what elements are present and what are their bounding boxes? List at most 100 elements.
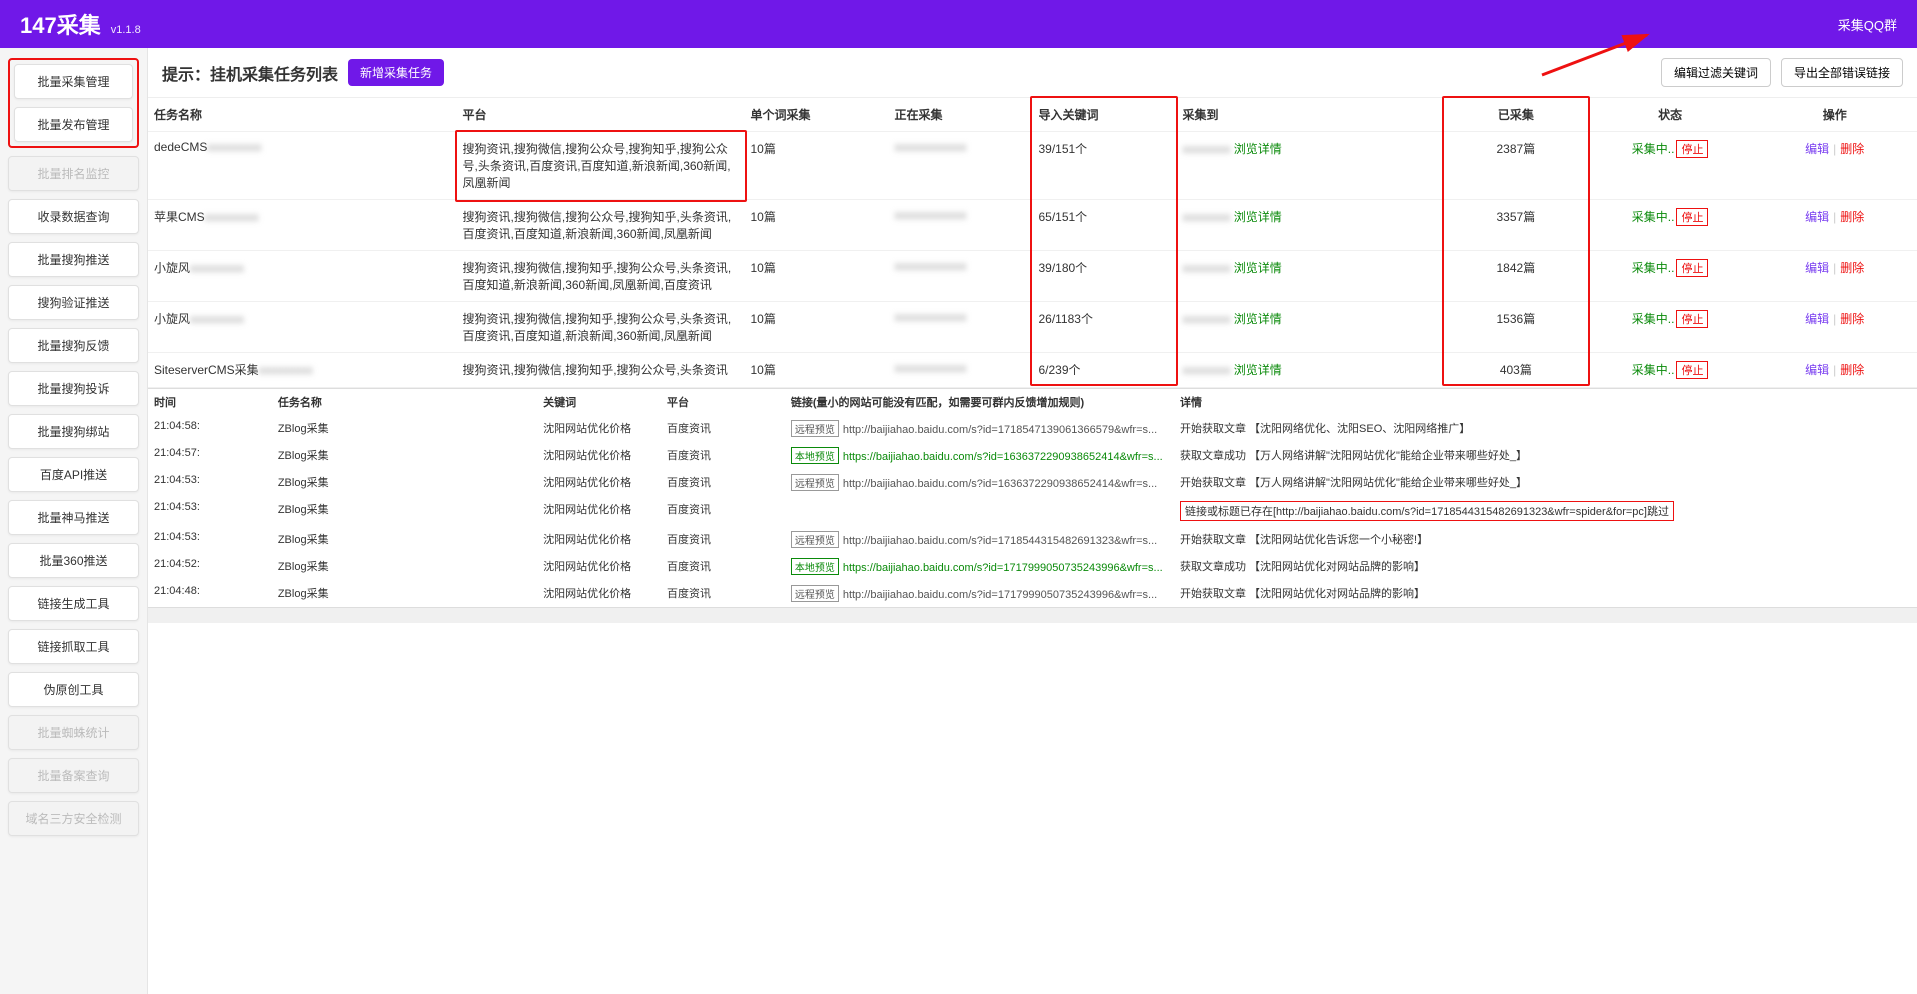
sidebar-item-publish-manage[interactable]: 批量发布管理 [14, 107, 133, 142]
task-single: 10篇 [745, 251, 889, 302]
preview-tag[interactable]: 本地预览 [791, 447, 839, 464]
task-status: 采集中.. [1632, 210, 1675, 224]
task-platform: 搜狗资讯,搜狗微信,搜狗公众号,搜狗知乎,搜狗公众号,头条资讯,百度资讯,百度知… [457, 132, 745, 200]
task-single: 10篇 [745, 302, 889, 353]
view-detail-link[interactable]: 浏览详情 [1234, 210, 1282, 224]
log-detail: 获取文章成功 【万人网络讲解"沈阳网站优化"能给企业带来哪些好处_】 [1180, 450, 1527, 462]
task-collected: 1842篇 [1444, 251, 1588, 302]
log-detail: 开始获取文章 【万人网络讲解"沈阳网站优化"能给企业带来哪些好处_】 [1180, 477, 1527, 489]
log-url[interactable]: http://baijiahao.baidu.com/s?id=16363722… [843, 478, 1157, 490]
log-url[interactable]: http://baijiahao.baidu.com/s?id=17185471… [843, 424, 1157, 436]
log-task: ZBlog采集 [272, 553, 537, 580]
task-status: 采集中.. [1632, 142, 1675, 156]
th-log-detail: 详情 [1174, 389, 1917, 415]
th-status: 状态 [1588, 98, 1753, 132]
preview-tag[interactable]: 远程预览 [791, 531, 839, 548]
sidebar-item-8[interactable]: 批量神马推送 [8, 500, 139, 535]
log-url[interactable]: https://baijiahao.baidu.com/s?id=1636372… [843, 451, 1163, 463]
log-task: ZBlog采集 [272, 580, 537, 607]
preview-tag[interactable]: 本地预览 [791, 558, 839, 575]
log-plat: 百度资讯 [661, 442, 785, 469]
th-log-link: 链接(量小的网站可能没有匹配，如需要可群内反馈增加规则) [785, 389, 1174, 415]
th-single: 单个词采集 [745, 98, 889, 132]
qq-group-link[interactable]: 采集QQ群 [1838, 15, 1897, 34]
scrollbar-horizontal[interactable] [148, 607, 1917, 623]
edit-button[interactable]: 编辑 [1805, 312, 1829, 326]
blurred-text: xxxxxxxxxxxx [894, 140, 966, 154]
th-collecting: 正在采集 [888, 98, 1032, 132]
log-plat: 百度资讯 [661, 580, 785, 607]
delete-button[interactable]: 删除 [1840, 261, 1864, 275]
stop-button[interactable]: 停止 [1676, 140, 1708, 158]
sidebar-item-1[interactable]: 收录数据查询 [8, 199, 139, 234]
sidebar-item-11[interactable]: 链接抓取工具 [8, 629, 139, 664]
add-task-button[interactable]: 新增采集任务 [348, 59, 444, 86]
log-url[interactable]: http://baijiahao.baidu.com/s?id=17185443… [843, 535, 1157, 547]
sidebar-item-12[interactable]: 伪原创工具 [8, 672, 139, 707]
th-log-task: 任务名称 [272, 389, 537, 415]
stop-button[interactable]: 停止 [1676, 361, 1708, 379]
delete-button[interactable]: 删除 [1840, 210, 1864, 224]
log-kw: 沈阳网站优化价格 [537, 469, 661, 496]
view-detail-link[interactable]: 浏览详情 [1234, 142, 1282, 156]
stop-button[interactable]: 停止 [1676, 259, 1708, 277]
log-row: 21:04:57:ZBlog采集沈阳网站优化价格百度资讯本地预览https://… [148, 442, 1917, 469]
th-log-kw: 关键词 [537, 389, 661, 415]
view-detail-link[interactable]: 浏览详情 [1234, 261, 1282, 275]
task-status: 采集中.. [1632, 261, 1675, 275]
sidebar-item-2[interactable]: 批量搜狗推送 [8, 242, 139, 277]
edit-button[interactable]: 编辑 [1805, 210, 1829, 224]
th-collectto: 采集到 [1176, 98, 1443, 132]
delete-button[interactable]: 删除 [1840, 142, 1864, 156]
sidebar-item-14: 批量备案查询 [8, 758, 139, 793]
log-table: 时间 任务名称 关键词 平台 链接(量小的网站可能没有匹配，如需要可群内反馈增加… [148, 389, 1917, 994]
view-detail-link[interactable]: 浏览详情 [1234, 363, 1282, 377]
table-row: 小旋风xxxxxxxxx搜狗资讯,搜狗微信,搜狗知乎,搜狗公众号,头条资讯,百度… [148, 251, 1917, 302]
preview-tag[interactable]: 远程预览 [791, 585, 839, 602]
preview-tag[interactable]: 远程预览 [791, 474, 839, 491]
preview-tag[interactable]: 远程预览 [791, 420, 839, 437]
task-single: 10篇 [745, 132, 889, 200]
stop-button[interactable]: 停止 [1676, 310, 1708, 328]
log-plat: 百度资讯 [661, 415, 785, 442]
log-detail: 开始获取文章 【沈阳网络优化、沈阳SEO、沈阳网络推广】 [1180, 423, 1470, 435]
stop-button[interactable]: 停止 [1676, 208, 1708, 226]
sidebar-item-4[interactable]: 批量搜狗反馈 [8, 328, 139, 363]
log-url[interactable]: http://baijiahao.baidu.com/s?id=17179990… [843, 589, 1157, 601]
sidebar-item-collect-manage[interactable]: 批量采集管理 [14, 64, 133, 99]
blurred-text: xxxxxxxx [1182, 363, 1230, 377]
log-time: 21:04:57: [148, 442, 272, 469]
log-kw: 沈阳网站优化价格 [537, 496, 661, 526]
blurred-text: xxxxxxxxx [190, 312, 244, 326]
task-platform: 搜狗资讯,搜狗微信,搜狗知乎,搜狗公众号,头条资讯,百度知道,新浪新闻,360新… [457, 251, 745, 302]
task-single: 10篇 [745, 353, 889, 388]
edit-filter-button[interactable]: 编辑过滤关键词 [1661, 58, 1771, 87]
edit-button[interactable]: 编辑 [1805, 261, 1829, 275]
sidebar-item-7[interactable]: 百度API推送 [8, 457, 139, 492]
view-detail-link[interactable]: 浏览详情 [1234, 312, 1282, 326]
task-name: SiteserverCMS采集 [154, 363, 259, 377]
th-keywords: 导入关键词 [1032, 98, 1176, 132]
delete-button[interactable]: 删除 [1840, 363, 1864, 377]
task-name: dedeCMS [154, 140, 207, 154]
task-status: 采集中.. [1632, 363, 1675, 377]
table-row: SiteserverCMS采集xxxxxxxxx搜狗资讯,搜狗微信,搜狗知乎,搜… [148, 353, 1917, 388]
sidebar-item-3[interactable]: 搜狗验证推送 [8, 285, 139, 320]
edit-button[interactable]: 编辑 [1805, 142, 1829, 156]
sidebar-item-5[interactable]: 批量搜狗投诉 [8, 371, 139, 406]
sidebar-item-6[interactable]: 批量搜狗绑站 [8, 414, 139, 449]
table-row: 苹果CMSxxxxxxxxx搜狗资讯,搜狗微信,搜狗公众号,搜狗知乎,头条资讯,… [148, 200, 1917, 251]
log-row: 21:04:58:ZBlog采集沈阳网站优化价格百度资讯远程预览http://b… [148, 415, 1917, 442]
task-keywords: 39/151个 [1032, 132, 1176, 200]
blurred-text: xxxxxxxxxxxx [894, 259, 966, 273]
log-row: 21:04:53:ZBlog采集沈阳网站优化价格百度资讯远程预览http://b… [148, 526, 1917, 553]
delete-button[interactable]: 删除 [1840, 312, 1864, 326]
sidebar-item-10[interactable]: 链接生成工具 [8, 586, 139, 621]
sidebar-item-15: 域名三方安全检测 [8, 801, 139, 836]
log-url[interactable]: https://baijiahao.baidu.com/s?id=1717999… [843, 562, 1163, 574]
export-errors-button[interactable]: 导出全部错误链接 [1781, 58, 1903, 87]
log-kw: 沈阳网站优化价格 [537, 526, 661, 553]
sidebar-item-9[interactable]: 批量360推送 [8, 543, 139, 578]
edit-button[interactable]: 编辑 [1805, 363, 1829, 377]
table-row: dedeCMSxxxxxxxxx搜狗资讯,搜狗微信,搜狗公众号,搜狗知乎,搜狗公… [148, 132, 1917, 200]
